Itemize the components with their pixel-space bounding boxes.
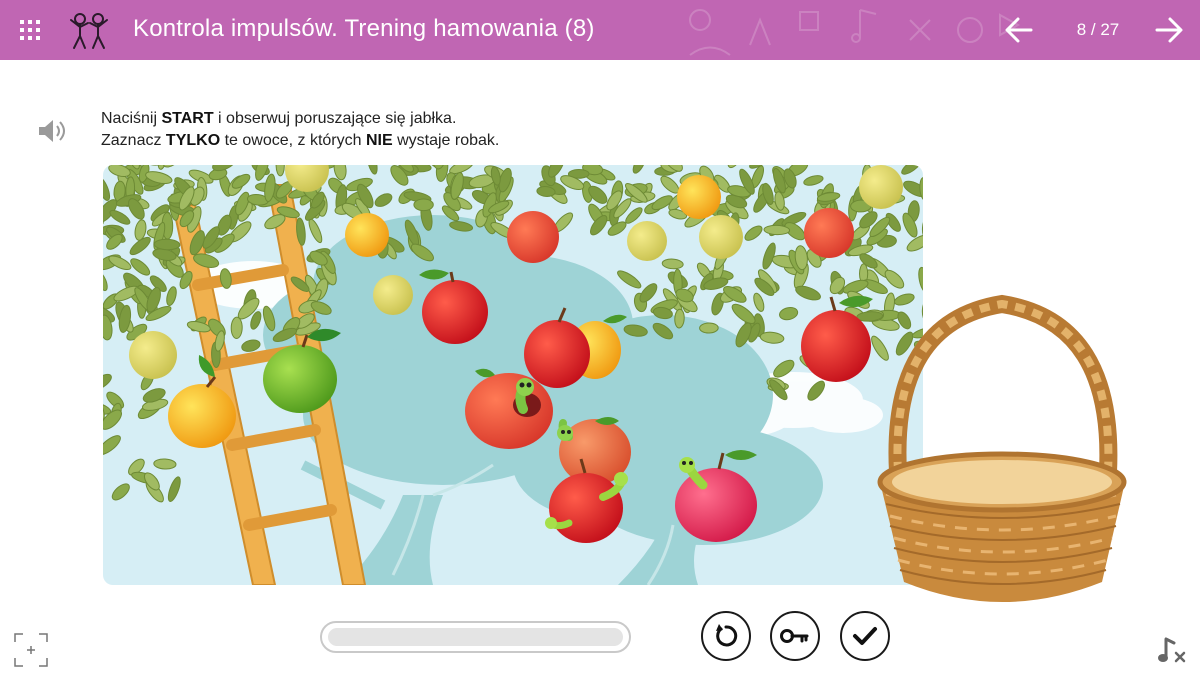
reset-icon: [716, 624, 738, 647]
progress-track: [328, 628, 623, 646]
key-icon: [780, 629, 809, 643]
arrow-right-icon[interactable]: [1154, 16, 1184, 44]
page-title: Kontrola impulsów. Trening hamowania (8): [133, 15, 595, 42]
reset-button[interactable]: [701, 611, 751, 661]
basket-image: [877, 294, 1127, 602]
arrow-left-icon[interactable]: [1004, 16, 1034, 44]
instruction-line-1: Naciśnij START i obserwuj poruszające si…: [101, 110, 457, 127]
check-icon: [853, 627, 877, 645]
leaf: [413, 198, 434, 212]
leaf: [230, 316, 243, 339]
top-bar: Kontrola impulsów. Trening hamowania (8)…: [0, 0, 1200, 60]
speaker-icon[interactable]: [36, 117, 66, 145]
game-scene: [103, 165, 923, 585]
instruction-line-2: Zaznacz TYLKO te owoce, z których NIE wy…: [101, 132, 500, 149]
music-off-icon[interactable]: [1156, 635, 1188, 667]
hint-button[interactable]: [770, 611, 820, 661]
leaf: [699, 322, 719, 334]
progress-bar: [320, 621, 631, 653]
check-button[interactable]: [840, 611, 890, 661]
dancing-kids-icon: [70, 13, 108, 49]
header-pattern: [689, 9, 1021, 56]
instructions: Naciśnij START i obserwuj poruszające si…: [101, 108, 499, 152]
page-counter: 8 / 27: [1076, 20, 1120, 39]
fullscreen-icon[interactable]: [14, 633, 48, 667]
grid-menu-icon[interactable]: [18, 18, 42, 42]
